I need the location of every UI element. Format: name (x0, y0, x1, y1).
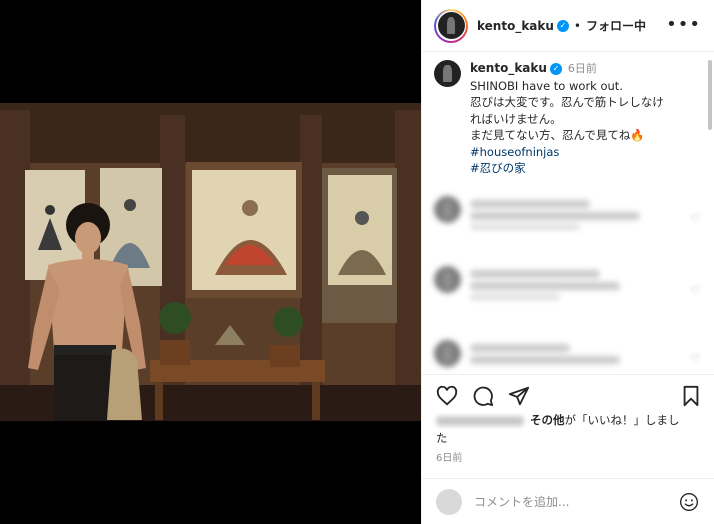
comment-icon[interactable] (472, 385, 494, 407)
caption-line: ればいけません。 (470, 111, 562, 126)
bookmark-icon[interactable] (680, 385, 702, 407)
hashtag-link[interactable]: #houseofninjas (470, 145, 559, 159)
likes-text: が「いいね！」しまし (564, 413, 680, 427)
likes-others: その他 (530, 413, 565, 427)
emoji-icon[interactable] (679, 492, 699, 512)
likes-summary[interactable]: その他が「いいね！」しました (436, 411, 704, 447)
header-separator: • (573, 18, 581, 33)
story-ring[interactable] (434, 8, 468, 43)
caption-line: 忍びは大変です。忍んで筋トレしなけ (470, 95, 664, 109)
post-actions: その他が「いいね！」しました 6日前 (422, 374, 714, 524)
post-caption: kento_kaku ✓ 6日前 SHINOBI have to work out.… (434, 60, 704, 177)
caption-username[interactable]: kento_kaku (470, 61, 547, 75)
user-avatar (436, 489, 462, 515)
avatar (437, 12, 465, 39)
comment-avatar (434, 266, 461, 293)
post-header: kento_kaku ✓ • フォロー中 ••• (422, 0, 714, 52)
caption-line: SHINOBI have to work out. (470, 78, 623, 93)
comments-scrollbar[interactable] (708, 60, 712, 130)
add-comment-bar (422, 478, 714, 524)
comment-like-icon[interactable]: ♡ (690, 212, 700, 225)
liked-by-users (436, 415, 524, 426)
likes-text-wrap: た (436, 431, 448, 445)
post-photo (0, 0, 421, 524)
comment-avatar (434, 340, 461, 367)
caption-line: まだ見てない方、忍んで見てね🔥 (470, 128, 645, 142)
comment-item (434, 266, 694, 310)
send-icon[interactable] (508, 385, 530, 407)
verified-badge-icon: ✓ (556, 19, 569, 32)
post-media[interactable] (0, 0, 421, 524)
header-username[interactable]: kento_kaku (477, 19, 554, 33)
caption-avatar[interactable] (434, 60, 461, 87)
comment-like-icon[interactable]: ♡ (690, 284, 700, 297)
following-button[interactable]: フォロー中 (586, 17, 646, 34)
comment-input[interactable] (474, 495, 664, 509)
post-detail-panel: kento_kaku ✓ • フォロー中 ••• kento_kaku ✓ 6日前 … (421, 0, 714, 524)
caption-time: 6日前 (567, 62, 597, 75)
heart-icon[interactable] (436, 385, 458, 407)
comment-item (434, 196, 694, 240)
comment-like-icon[interactable]: ♡ (690, 352, 700, 365)
comment-avatar (434, 196, 461, 223)
hashtag-link[interactable]: #忍びの家 (470, 161, 526, 175)
verified-badge-icon: ✓ (549, 62, 562, 75)
more-icon[interactable]: ••• (666, 14, 701, 35)
post-date: 6日前 (436, 453, 463, 464)
